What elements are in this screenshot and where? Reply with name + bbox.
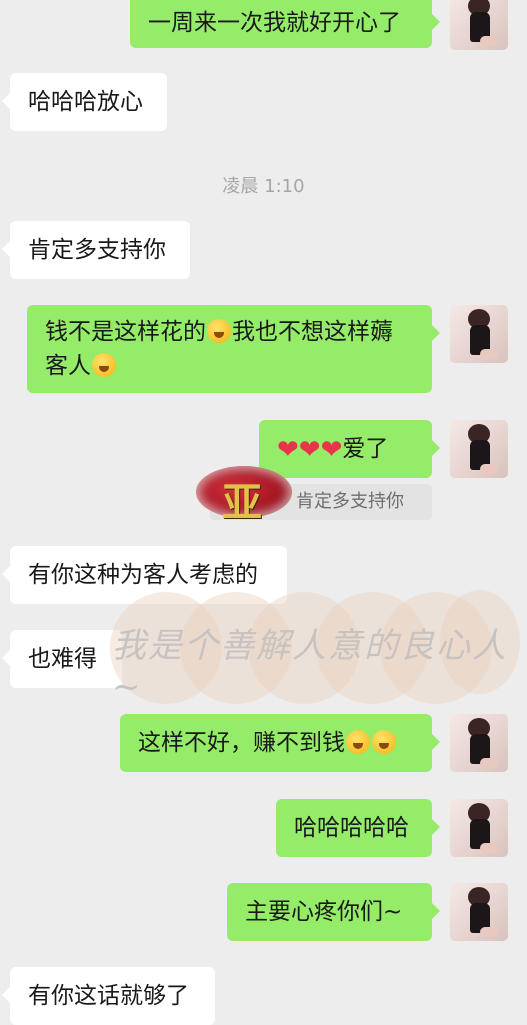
message-text: 有你这话就够了 [28,983,189,1009]
message-bubble-sent[interactable]: 这样不好，赚不到钱 [120,714,440,772]
message-text: 这样不好，赚不到钱 [138,730,345,756]
laugh-cry-emoji-icon [372,730,396,754]
sticker-glyph: 亚 [222,479,262,526]
message-text: 客人 [45,353,91,379]
message-bubble-sent[interactable]: ❤❤❤爱了 [259,420,440,478]
avatar[interactable] [450,883,508,941]
laugh-cry-emoji-icon [207,319,231,343]
message-bubble-received[interactable]: 有你这话就够了 [2,967,215,1025]
avatar[interactable] [450,305,508,363]
message-text: 哈哈哈放心 [28,89,143,115]
message-bubble-sent[interactable]: 哈哈哈哈哈 [276,799,440,857]
message-bubble-received[interactable]: 肯定多支持你 [2,221,190,279]
message-bubble-sent[interactable]: 一周来一次我就好开心了 [130,0,440,48]
message-bubble-sent[interactable]: 钱不是这样花的 我也不想这样薅 客人 [27,305,440,393]
quoted-text: 肯定多支持你 [296,491,404,512]
message-text: 有你这种为客人考虑的 [28,562,258,588]
message-text: 哈哈哈哈哈 [294,815,409,841]
laugh-cry-emoji-icon [92,353,116,377]
message-text: 我也不想这样薅 [232,319,393,345]
avatar[interactable] [450,714,508,772]
laugh-cry-emoji-icon [346,730,370,754]
heart-icon: ❤ [320,435,343,465]
message-text: 肯定多支持你 [28,237,166,263]
chat-timestamp: 凌晨 1:10 [222,176,305,197]
message-text: 也难得 [28,646,97,672]
avatar[interactable] [450,420,508,478]
overlay-caption: 我是个善解人意的良心人~ [112,626,508,707]
message-text: 爱了 [342,436,389,462]
message-text: 钱不是这样花的 [45,319,206,345]
message-bubble-received[interactable]: 也难得 [2,630,122,688]
heart-icon: ❤ [277,435,299,465]
avatar[interactable] [450,799,508,857]
message-bubble-sent[interactable]: 主要心疼你们~ [227,883,440,941]
avatar[interactable] [450,0,508,50]
message-text: 一周来一次我就好开心了 [148,10,401,36]
message-text: 主要心疼你们~ [245,899,403,925]
heart-icon: ❤ [298,435,321,465]
message-bubble-received[interactable]: 哈哈哈放心 [2,73,167,131]
